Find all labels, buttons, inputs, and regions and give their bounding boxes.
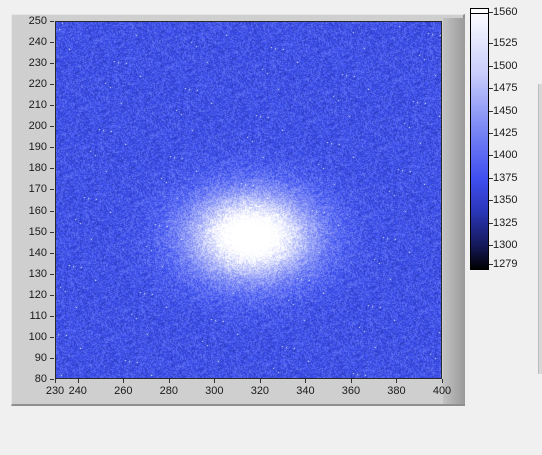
y-tick-label: 140	[28, 246, 47, 259]
y-tick-label: 240	[28, 36, 47, 49]
x-tick-label: 230	[45, 385, 65, 397]
x-tick-mark	[396, 379, 397, 383]
x-tick-label: 400	[432, 385, 452, 397]
y-tick-mark	[50, 232, 54, 233]
x-tick-mark	[442, 379, 443, 383]
y-tick-label: 80	[34, 373, 47, 385]
x-tick-mark	[169, 379, 170, 383]
color-scale-tick-label: 1475	[493, 82, 518, 95]
y-tick-label: 200	[28, 120, 47, 133]
color-scale-tick-label: 1560	[493, 6, 518, 18]
y-tick-label: 210	[28, 99, 47, 112]
color-scale-tick-label: 1300	[493, 239, 518, 252]
color-scale-tick-mark	[489, 155, 493, 156]
intensity-graph-panel: 250 240 230 220 210 200 190 180 170 160 150 140 130 1…	[0, 0, 542, 455]
y-tick-label: 190	[28, 141, 47, 154]
y-tick-mark	[50, 21, 54, 22]
x-tick-label: 300	[205, 385, 224, 397]
y-tick-label: 110	[29, 309, 47, 322]
y-tick-mark	[50, 253, 54, 254]
intensity-plot-area[interactable]	[55, 21, 442, 379]
x-tick-mark	[260, 379, 261, 383]
y-tick-label: 220	[28, 78, 47, 91]
y-tick-mark	[50, 105, 54, 106]
x-tick-mark	[305, 379, 306, 383]
color-scale-tick-mark	[489, 223, 493, 224]
x-tick-label: 340	[296, 385, 315, 397]
y-tick-label: 160	[28, 204, 47, 217]
x-tick-mark	[351, 379, 352, 383]
x-tick-mark	[123, 379, 124, 383]
y-tick-mark	[50, 42, 54, 43]
x-tick-label: 320	[250, 385, 270, 397]
x-tick-label: 360	[341, 385, 361, 397]
y-tick-mark	[50, 189, 54, 190]
y-tick-mark	[50, 274, 54, 275]
color-scale-tick-label: 1500	[493, 59, 518, 72]
x-tick-label: 280	[159, 385, 178, 397]
x-tick-label: 260	[114, 385, 133, 397]
y-tick-label: 150	[28, 225, 47, 238]
y-tick-label: 170	[28, 183, 47, 196]
x-tick-mark	[78, 379, 79, 383]
graph-frame-shade	[443, 18, 465, 404]
y-tick-label: 100	[28, 330, 47, 343]
y-tick-mark	[50, 379, 54, 380]
color-scale-tick-mark	[489, 12, 493, 13]
color-scale-tick-label: 1425	[493, 127, 518, 140]
color-scale-tick-label: 1525	[493, 37, 518, 50]
y-tick-label: 230	[28, 57, 47, 70]
color-scale-tick-label: 1400	[493, 149, 518, 162]
y-tick-mark	[50, 147, 54, 148]
color-scale-tick-mark	[489, 245, 493, 246]
color-scale-tick-mark	[489, 66, 493, 67]
color-scale-tick-mark	[489, 43, 493, 44]
x-tick-mark	[55, 379, 56, 383]
y-tick-mark	[50, 316, 54, 317]
y-tick-mark	[50, 168, 54, 169]
color-scale-tick-mark	[489, 111, 493, 112]
x-tick-label: 240	[68, 385, 87, 397]
panel-scrollbar[interactable]	[538, 84, 542, 374]
y-tick-label: 120	[28, 288, 47, 301]
y-tick-mark	[50, 84, 54, 85]
y-tick-label: 250	[28, 15, 47, 27]
intensity-image	[56, 22, 441, 378]
color-scale-bar[interactable]	[470, 8, 489, 270]
y-tick-label: 180	[28, 162, 47, 175]
y-tick-mark	[50, 211, 54, 212]
color-scale-tick-mark	[489, 88, 493, 89]
color-scale-tick-label: 1279	[493, 258, 518, 270]
color-scale-tick-mark	[489, 178, 493, 179]
color-scale-tick-label: 1450	[493, 104, 518, 117]
y-tick-label: 130	[28, 267, 47, 280]
color-scale-tick-label: 1325	[493, 216, 518, 229]
y-tick-mark	[50, 358, 54, 359]
color-scale-max-marker	[471, 9, 488, 14]
color-scale-tick-label: 1375	[493, 171, 518, 184]
y-tick-mark	[50, 126, 54, 127]
y-tick-mark	[50, 337, 54, 338]
x-tick-mark	[214, 379, 215, 383]
y-tick-label: 90	[34, 351, 47, 364]
y-tick-mark	[50, 295, 54, 296]
y-tick-mark	[50, 63, 54, 64]
color-scale-tick-mark	[489, 200, 493, 201]
color-scale-tick-mark	[489, 264, 493, 265]
color-scale-tick-label: 1350	[493, 194, 518, 207]
color-scale-tick-mark	[489, 133, 493, 134]
x-tick-label: 380	[387, 385, 406, 397]
